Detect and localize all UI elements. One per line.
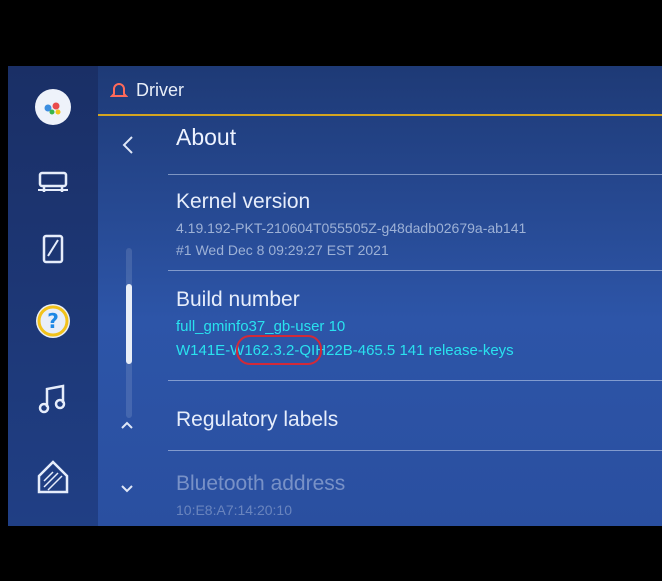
car-icon — [38, 171, 68, 192]
assistant-button[interactable] — [30, 84, 76, 130]
help-icon: ? — [36, 304, 70, 338]
build-number-title: Build number — [176, 288, 300, 311]
svg-text:?: ? — [47, 309, 59, 333]
sidebar-item-help[interactable]: ? — [30, 298, 76, 344]
top-status-bar: Driver — [98, 66, 662, 116]
bluetooth-address-title: Bluetooth address — [176, 472, 346, 495]
kernel-version-line2: #1 Wed Dec 8 09:29:27 EST 2021 — [176, 242, 389, 258]
notification-bell-icon[interactable] — [110, 81, 128, 99]
divider — [168, 174, 662, 175]
sidebar-item-music[interactable] — [30, 376, 76, 422]
page-title: About — [176, 124, 237, 150]
divider — [168, 270, 662, 271]
scroll-up-button[interactable] — [118, 416, 136, 434]
build-number-line1: full_gminfo37_gb-user 10 — [176, 318, 346, 335]
sidebar-item-phone[interactable] — [30, 226, 76, 272]
phone-icon — [42, 234, 64, 264]
assistant-icon — [35, 89, 71, 125]
regulatory-labels-item[interactable]: Regulatory labels — [176, 408, 338, 432]
sidebar-item-home[interactable] — [30, 454, 76, 500]
build-number-line2: W141E-W162.3.2-QIH22B-465.5 141 release-… — [176, 342, 514, 359]
divider — [168, 380, 662, 381]
scroll-down-button[interactable] — [118, 480, 136, 498]
back-button[interactable] — [118, 134, 140, 156]
scrollbar-thumb[interactable] — [126, 284, 132, 364]
divider — [168, 450, 662, 451]
bluetooth-address-value: 10:E8:A7:14:20:10 — [176, 502, 292, 518]
kernel-version-title: Kernel version — [176, 190, 311, 213]
home-icon — [37, 460, 69, 494]
music-icon — [38, 384, 66, 414]
sidebar-item-vehicle[interactable] — [30, 160, 76, 206]
infotainment-screen: ? Driver About Kernel version 4.19.192-P… — [8, 66, 662, 526]
profile-title[interactable]: Driver — [136, 80, 184, 101]
highlight-annotation — [236, 335, 322, 365]
app-sidebar: ? — [8, 66, 98, 526]
kernel-version-line1: 4.19.192-PKT-210604T055505Z-g48dadb02679… — [176, 220, 527, 236]
about-page: About Kernel version 4.19.192-PKT-210604… — [98, 116, 662, 526]
